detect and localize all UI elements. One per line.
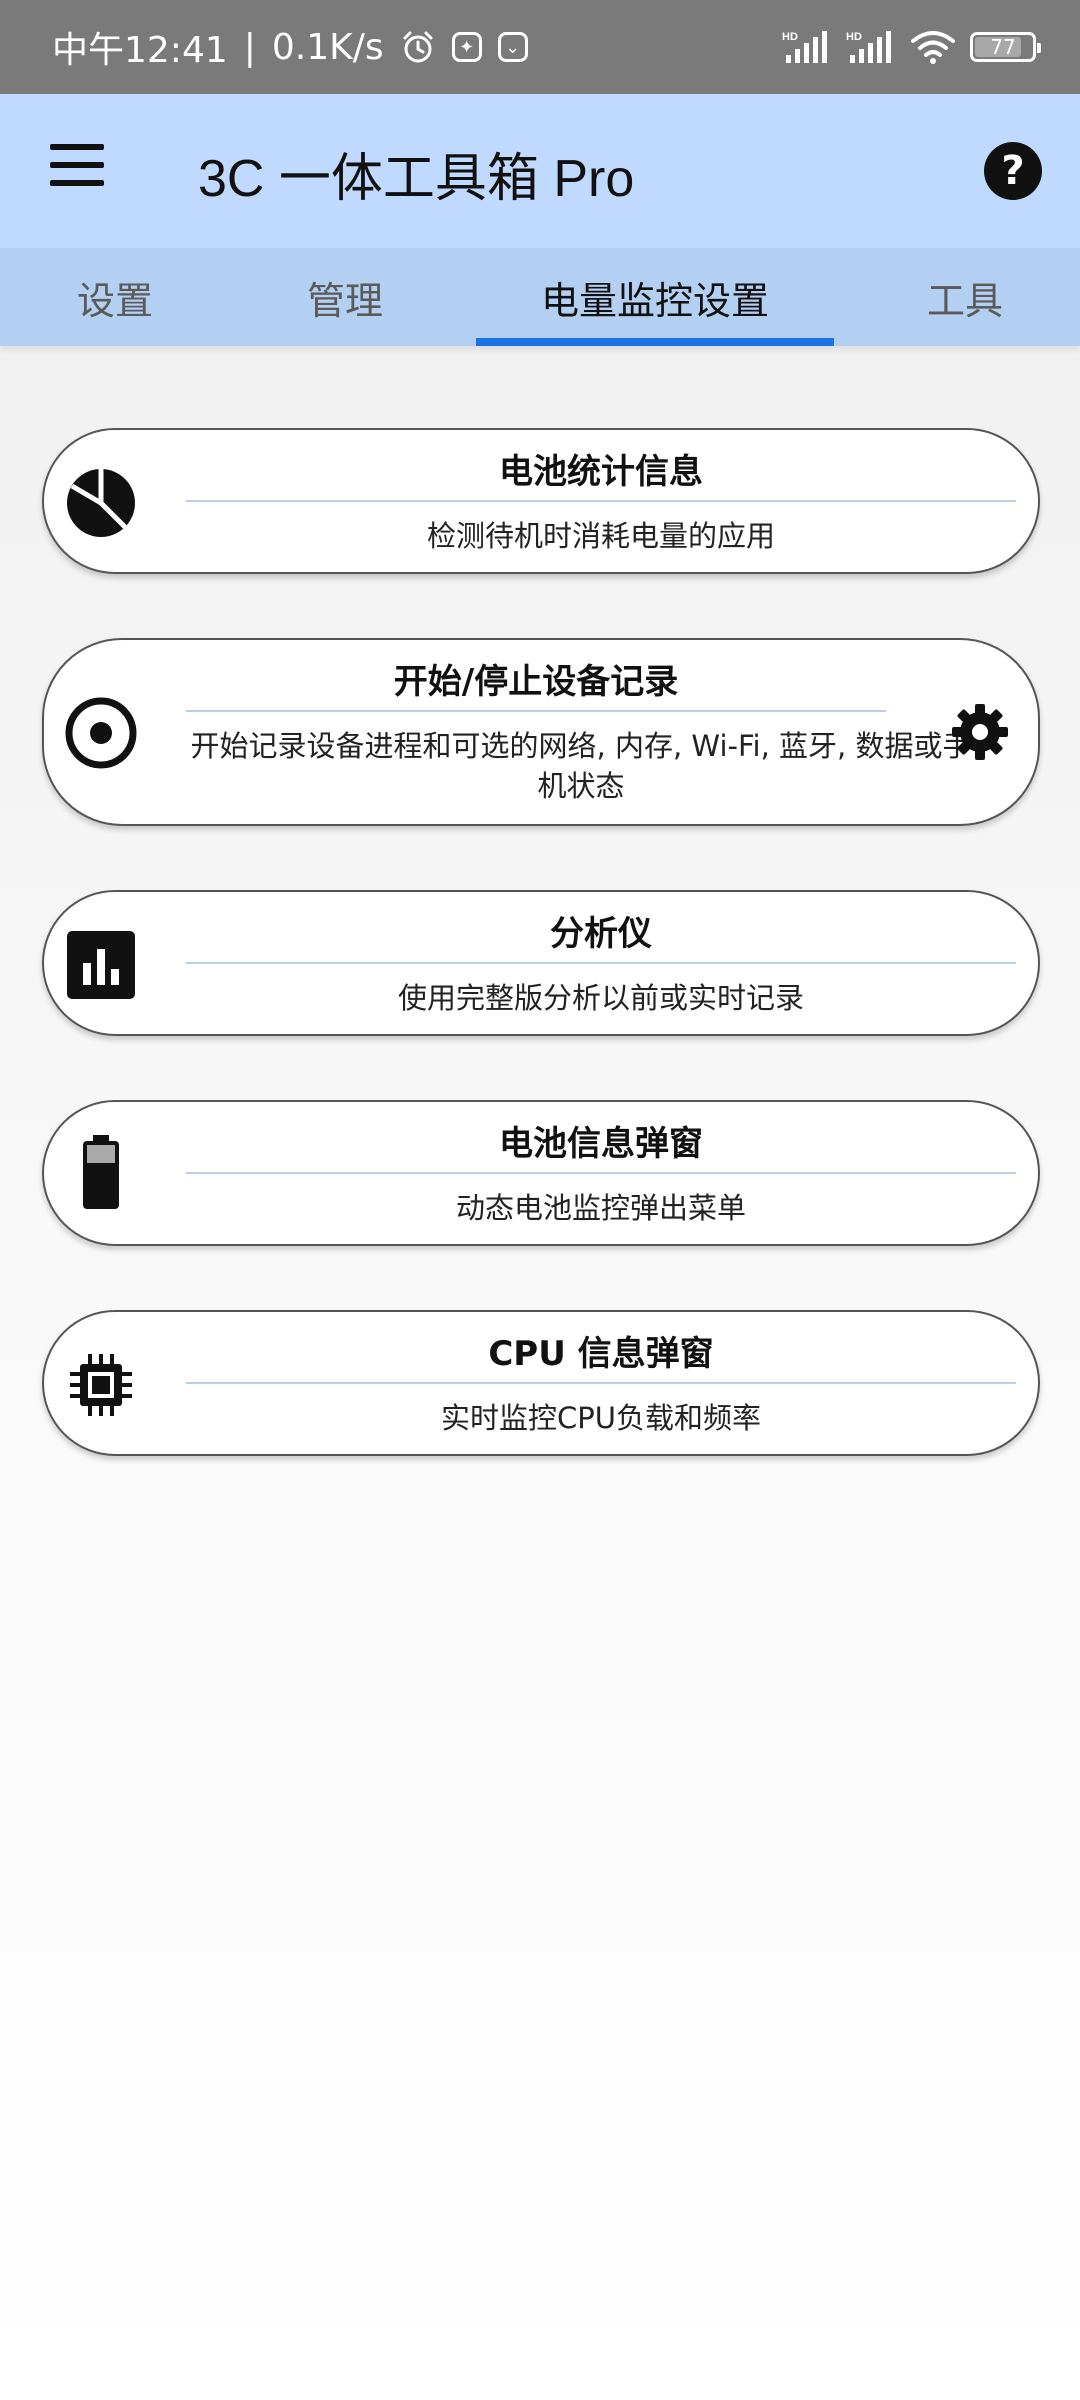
- card-subtitle: 实时监控CPU负载和频率: [441, 1401, 761, 1435]
- card-battery-stats[interactable]: 电池统计信息 检测待机时消耗电量的应用: [42, 428, 1040, 574]
- menu-icon[interactable]: [50, 144, 104, 186]
- battery-level: 77: [990, 35, 1016, 59]
- card-subtitle: 开始记录设备进程和可选的网络, 内存, Wi-Fi, 蓝牙, 数据或手机状态: [190, 729, 972, 803]
- status-right: HD HD 77: [782, 29, 1041, 65]
- card-title: 电池统计信息: [499, 452, 703, 492]
- svg-text:HD: HD: [846, 31, 862, 43]
- app-title: 3C 一体工具箱 Pro: [198, 150, 635, 208]
- cpu-icon: [64, 1348, 138, 1422]
- status-separator: |: [243, 26, 256, 68]
- card-battery-popup[interactable]: 电池信息弹窗 动态电池监控弹出菜单: [42, 1100, 1040, 1246]
- card-subtitle: 动态电池监控弹出菜单: [455, 1191, 746, 1225]
- card-subtitle: 检测待机时消耗电量的应用: [426, 519, 775, 553]
- battery-icon: [64, 1135, 138, 1210]
- status-left: 中午12:41 | 0.1K/s ✦ ⌄: [52, 21, 528, 73]
- card-title: 电池信息弹窗: [499, 1124, 703, 1164]
- card-divider: [186, 1382, 1016, 1384]
- app-bar: 3C 一体工具箱 Pro ?: [0, 94, 1080, 248]
- card-subtitle: 使用完整版分析以前或实时记录: [397, 981, 804, 1015]
- alarm-icon: [403, 31, 433, 63]
- card-divider: [186, 1172, 1016, 1174]
- card-title: CPU 信息弹窗: [488, 1334, 714, 1374]
- card-divider: [186, 500, 1016, 502]
- tab-manage[interactable]: 管理: [270, 248, 420, 346]
- battery-icon: 77: [970, 32, 1041, 62]
- card-divider: [186, 962, 1016, 964]
- signal-hd-icon: HD: [782, 31, 827, 63]
- tab-tools[interactable]: 工具: [890, 248, 1040, 346]
- tab-battery-monitor-settings[interactable]: 电量监控设置: [476, 248, 834, 346]
- notification-download-icon: ⌄: [497, 32, 528, 62]
- status-network-speed: 0.1K/s: [271, 26, 384, 68]
- status-bar: 中午12:41 | 0.1K/s ✦ ⌄ HD HD 77: [0, 0, 1080, 94]
- gear-icon[interactable]: [948, 700, 1012, 764]
- signal-hd-icon-2: HD: [846, 31, 891, 63]
- bar-chart-icon: [64, 928, 138, 1002]
- card-divider: [186, 710, 886, 712]
- tab-settings[interactable]: 设置: [40, 248, 190, 346]
- help-icon[interactable]: ?: [984, 142, 1042, 200]
- svg-text:HD: HD: [782, 31, 798, 43]
- record-icon: [64, 696, 138, 770]
- status-time: 中午12:41: [52, 30, 228, 71]
- pie-chart-icon: [64, 466, 138, 540]
- wifi-icon: [911, 31, 955, 64]
- tab-bar: 设置 管理 电量监控设置 工具: [0, 248, 1080, 346]
- card-title: 开始/停止设备记录: [393, 662, 679, 702]
- card-analyzer[interactable]: 分析仪 使用完整版分析以前或实时记录: [42, 890, 1040, 1036]
- tab-indicator: [476, 338, 834, 346]
- card-device-recording[interactable]: 开始/停止设备记录 开始记录设备进程和可选的网络, 内存, Wi-Fi, 蓝牙,…: [42, 638, 1040, 826]
- card-title: 分析仪: [550, 914, 652, 954]
- card-cpu-popup[interactable]: CPU 信息弹窗 实时监控CPU负载和频率: [42, 1310, 1040, 1456]
- notification-app-icon: ✦: [451, 32, 482, 62]
